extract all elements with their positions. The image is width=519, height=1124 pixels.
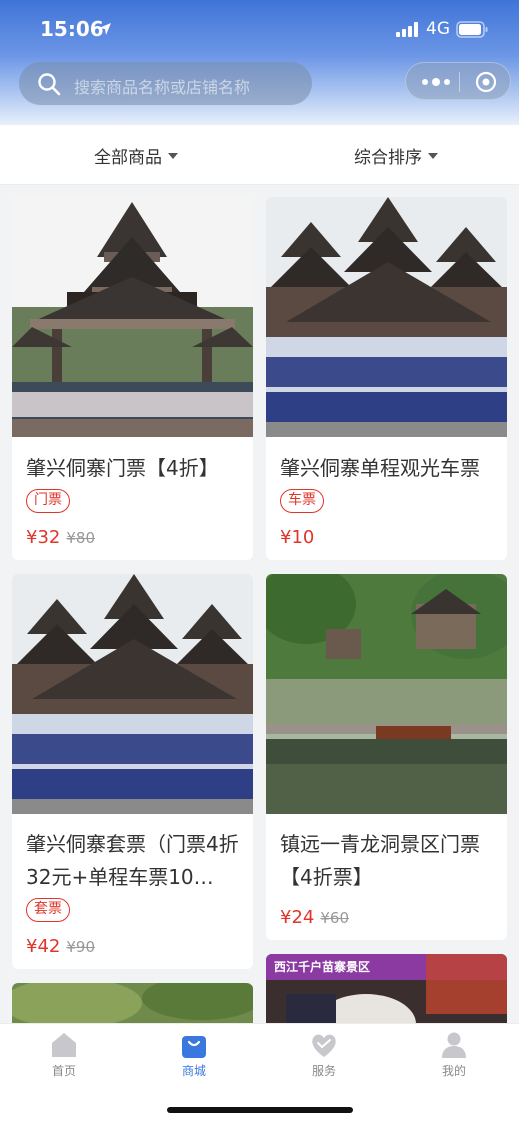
location-arrow-icon [99,23,111,35]
product-card[interactable]: 肇兴侗寨套票（门票4折32元+单程车票10… 套票 ¥42 ¥90 [12,574,253,969]
caret-down-icon [428,152,438,159]
price-row: ¥10 [280,527,314,548]
filter-all-products[interactable]: 全部商品 [94,143,178,168]
price: ¥42 [26,936,61,957]
product-image [266,197,507,437]
mini-program-capsule [405,62,511,100]
close-mini-program-icon[interactable] [475,71,497,93]
price: ¥10 [280,527,315,548]
battery-icon [456,21,488,38]
capsule-divider [459,72,460,92]
shop-bag-icon [182,1036,206,1058]
tab-shop[interactable]: 商城 [154,1030,234,1079]
tab-label: 商城 [181,1064,206,1078]
search-icon [38,73,61,96]
price-row: ¥32 ¥80 [26,527,95,548]
signal-icon [396,22,420,37]
product-title: 肇兴侗寨单程观光车票 [280,456,480,480]
product-image [12,574,253,814]
product-title: 肇兴侗寨门票【4折】 [26,456,219,480]
home-icon [52,1033,76,1057]
product-title: 镇远一青龙洞景区门票【4折票】 [280,832,480,889]
original-price: ¥90 [66,938,95,956]
more-icon[interactable] [416,71,456,93]
search-input[interactable]: 搜索商品名称或店铺名称 [19,62,312,105]
product-title: 肇兴侗寨套票（门票4折32元+单程车票10… [26,832,239,889]
tab-service[interactable]: 服务 [284,1030,364,1079]
price: ¥32 [26,527,61,548]
product-card[interactable]: 肇兴侗寨门票【4折】 门票 ¥32 ¥80 [12,197,253,560]
product-tag: 套票 [26,898,70,922]
status-time: 15:06 [40,17,104,41]
header: 15:06 4G 搜索商品名称或店铺名称 [0,0,519,125]
filter-label: 综合排序 [354,148,422,168]
product-tag: 门票 [26,489,70,513]
caret-down-icon [168,152,178,159]
tab-mine[interactable]: 我的 [414,1030,494,1079]
price: ¥24 [280,907,315,928]
status-bar: 15:06 4G [0,0,519,58]
tab-label: 服务 [311,1064,336,1078]
product-card[interactable]: 镇远一青龙洞景区门票【4折票】 ¥24 ¥60 [266,574,507,940]
user-icon [442,1032,466,1058]
tab-label: 我的 [441,1064,466,1078]
original-price: ¥80 [66,529,95,547]
search-placeholder: 搜索商品名称或店铺名称 [74,78,251,97]
filter-bar: 全部商品 综合排序 [0,125,519,185]
product-image [12,197,253,437]
banner-text: 西江千户苗寨景区 [274,960,371,974]
heart-icon [312,1034,336,1057]
price-row: ¥24 ¥60 [280,907,349,928]
original-price: ¥60 [320,909,349,927]
network-label: 4G [426,19,450,39]
product-card[interactable]: 肇兴侗寨单程观光车票 车票 ¥10 [266,197,507,560]
filter-sort[interactable]: 综合排序 [354,143,438,168]
product-image [266,574,507,814]
product-tag: 车票 [280,489,324,513]
tab-home[interactable]: 首页 [24,1030,104,1079]
tab-label: 首页 [51,1064,76,1078]
filter-label: 全部商品 [94,148,162,168]
home-indicator [167,1107,353,1113]
price-row: ¥42 ¥90 [26,936,95,957]
